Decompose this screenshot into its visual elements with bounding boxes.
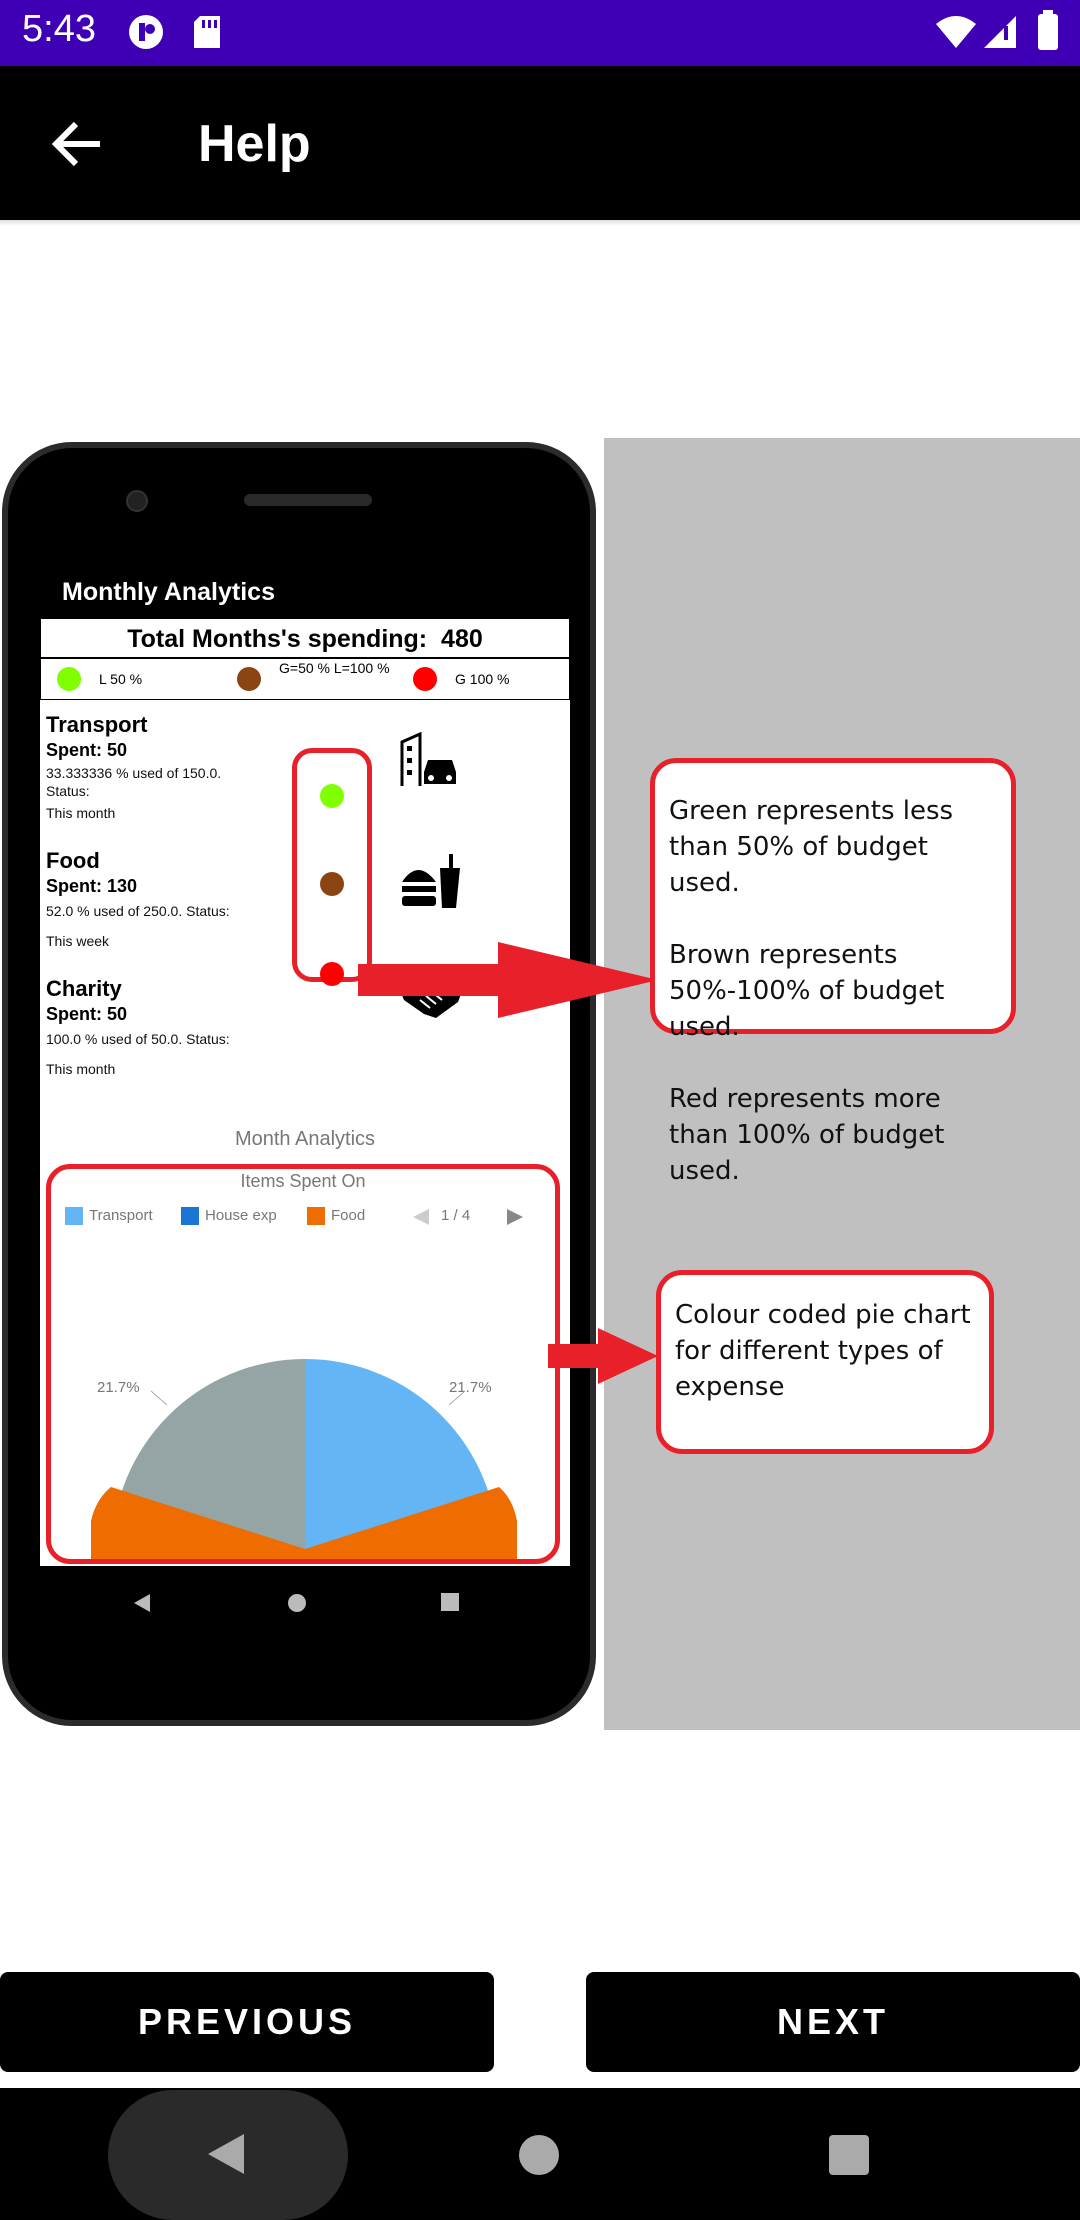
next-button[interactable]: NEXT <box>586 1972 1080 2072</box>
category-name: Charity <box>46 976 122 1001</box>
legend-red-label: G 100 % <box>455 671 510 687</box>
total-value: 480 <box>441 625 483 653</box>
transport-status-dot <box>320 784 344 808</box>
callout-pie-text: Colour coded pie chart for different typ… <box>675 1300 971 1402</box>
home-icon[interactable] <box>518 2134 560 2176</box>
category-detail: 52.0 % used of 250.0. Status: <box>46 903 230 919</box>
legend-green-label: L 50 % <box>99 671 143 687</box>
status-time: 5:43 <box>22 8 96 50</box>
app-bar-shadow <box>0 220 1080 226</box>
category-period: This week <box>46 933 110 949</box>
app-bar: Help <box>0 66 1080 220</box>
sd-card-icon <box>194 16 220 48</box>
category-detail: 33.333336 % used of 150.0. Status: <box>46 765 222 799</box>
legend-brown-label: G=50 % L=100 % <box>279 660 390 676</box>
pie-chart-callout: Colour coded pie chart for different typ… <box>656 1270 994 1454</box>
pie-chart-highlight: Items Spent On Transport House exp Food … <box>46 1164 560 1564</box>
app-icon <box>129 15 163 49</box>
phone-home-icon <box>288 1594 306 1612</box>
fast-food-icon <box>402 854 460 908</box>
total-spending: Total Months's spending: 480 <box>40 618 570 658</box>
status-bar: 5:43 <box>0 0 1080 66</box>
phone-mockup: Monthly Analytics Total Months's spendin… <box>2 442 596 1726</box>
phone-screen: Total Months's spending: 480 L 50 % G=50… <box>40 618 570 1566</box>
category-period: This month <box>46 805 116 821</box>
wifi-icon <box>936 16 976 48</box>
category-name: Transport <box>46 712 148 737</box>
phone-screen-title: Monthly Analytics <box>62 578 275 606</box>
category-period: This month <box>46 1061 116 1077</box>
status-colors-callout: Green represents less than 50% of budget… <box>650 758 1016 1186</box>
category-spent: Spent: 50 <box>46 740 128 760</box>
arrow-left-icon[interactable] <box>50 120 102 168</box>
category-spent: Spent: 130 <box>46 876 138 896</box>
arrow-to-pie-callout <box>548 1328 658 1384</box>
legend-brown-dot <box>237 667 261 691</box>
callout-red-text: Red represents more than 100% of budget … <box>669 1084 945 1186</box>
page-title: Help <box>198 115 311 173</box>
total-label: Total Months's spending: <box>127 625 428 653</box>
phone-recents-icon <box>441 1593 459 1611</box>
status-legend: L 50 % G=50 % L=100 % G 100 % <box>40 658 570 700</box>
camera-dot <box>126 490 148 512</box>
callout-brown-text: Brown represents 50%-100% of budget used… <box>669 940 945 1042</box>
signal-icon <box>984 16 1016 48</box>
month-analytics-label: Month Analytics <box>234 1128 376 1150</box>
legend-red-dot <box>413 667 437 691</box>
pie-chart <box>91 1359 517 1559</box>
battery-icon <box>1038 10 1058 50</box>
phone-speaker <box>244 494 372 506</box>
phone-back-icon <box>134 1594 150 1612</box>
recents-icon[interactable] <box>828 2134 870 2176</box>
callout-green-text: Green represents less than 50% of budget… <box>669 796 954 898</box>
charity-status-dot <box>320 962 344 986</box>
arrow-to-status-callout <box>358 942 658 1018</box>
legend-green-dot <box>57 667 81 691</box>
help-illustration: Monthly Analytics Total Months's spendin… <box>0 438 1080 1730</box>
category-name: Food <box>46 848 100 873</box>
category-detail: 100.0 % used of 50.0. Status: <box>46 1031 230 1047</box>
building-car-icon <box>400 732 456 786</box>
category-spent: Spent: 50 <box>46 1004 128 1024</box>
food-status-dot <box>320 872 344 896</box>
previous-button[interactable]: PREVIOUS <box>0 1972 494 2072</box>
back-icon[interactable] <box>206 2132 246 2176</box>
system-nav-bar <box>0 2088 1080 2220</box>
